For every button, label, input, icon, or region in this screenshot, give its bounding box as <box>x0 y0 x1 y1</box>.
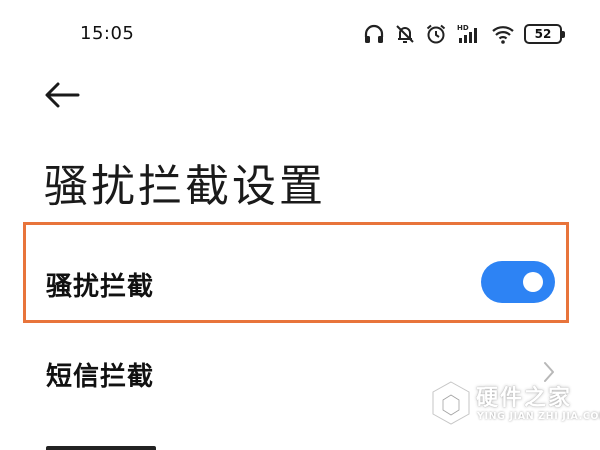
harassment-block-toggle[interactable] <box>481 261 555 303</box>
screen: 15:05 HD 52 骚扰拦截设置 骚扰拦截 短信拦截 硬件之家 YING J… <box>0 0 600 450</box>
hd-signal-icon: HD <box>457 24 477 43</box>
status-bar: 15:05 HD 52 <box>0 0 600 66</box>
headphones-icon <box>364 24 384 43</box>
toggle-knob <box>523 272 543 292</box>
page-title: 骚扰拦截设置 <box>44 161 326 212</box>
status-time: 15:05 <box>80 23 135 44</box>
watermark-name-cn: 硬件之家 <box>476 386 573 411</box>
wifi-icon <box>492 26 514 44</box>
muted-bell-icon <box>396 25 414 43</box>
partial-row-text <box>46 446 156 450</box>
watermark-name-en: YING JIAN ZHI JIA.COM <box>477 411 600 422</box>
arrow-left-icon <box>45 82 80 108</box>
svg-text:HD: HD <box>457 24 469 32</box>
battery-icon: 52 <box>524 24 565 44</box>
back-button[interactable] <box>38 76 84 114</box>
setting-label-harassment-block: 骚扰拦截 <box>46 272 155 302</box>
alarm-icon <box>426 24 446 44</box>
setting-label-sms-block: 短信拦截 <box>46 362 155 392</box>
battery-level: 52 <box>534 27 552 41</box>
status-icons: HD 52 <box>363 20 565 48</box>
watermark-logo-icon <box>431 380 471 426</box>
watermark: 硬件之家 YING JIAN ZHI JIA.COM <box>430 378 600 434</box>
